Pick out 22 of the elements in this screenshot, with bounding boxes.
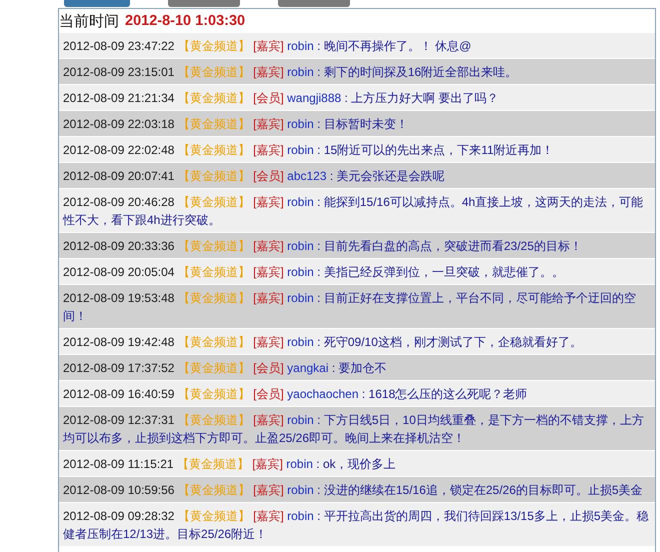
chat-message: 2012-08-09 19:53:48 【黄金频道】 [嘉宾] robin : 目前正好在支撑位置上，平台不同，尽可能给予个迂回的空间！ (63, 290, 637, 325)
chat-message: 2012-08-09 20:46:28 【黄金频道】 [嘉宾] robin : 能探到15/16可以减持点。4h直接上坡，这两天的走法，可能性不大，看下跟4h进行突破。 (63, 194, 644, 229)
chat-message: 2012-08-09 09:28:32 【黄金频道】 [嘉宾] robin : 平开拉高出货的周四，我们待回踩13/15多上，止损5美金。稳健者压制在12/13进。目标25/26附近！ (63, 508, 650, 543)
toolbar-button[interactable] (278, 0, 350, 7)
chat-message: 2012-08-09 20:33:36 【黄金频道】 [嘉宾] robin : 目前先看白盘的高点，突破进而看23/25的目标！ (63, 238, 583, 255)
toolbar-button[interactable] (168, 0, 240, 7)
chat-message: 2012-08-09 16:40:59 【黄金频道】 [会员] yaochaochen : 1618怎么压的这么死呢？老师 (63, 386, 528, 403)
chat-message: 2012-08-09 23:15:01 【黄金频道】 [嘉宾] robin : 剩下的时间探及16附近全部出来哇。 (63, 64, 518, 81)
chat-message: 2012-08-09 20:07:41 【黄金频道】 [会员] abc123 : 美元会张还是会跌呢 (63, 168, 446, 185)
current-time: 2012-8-10 1:03:30 (125, 13, 246, 29)
chat-message: 2012-08-09 23:47:22 【黄金频道】 [嘉宾] robin : 晚间不再操作了。！ 休息@ (63, 38, 472, 55)
chat-message: 2012-08-09 22:03:18 【黄金频道】 [嘉宾] robin : 目标暂时未变！ (63, 116, 409, 133)
chat-message: 2012-08-09 17:37:52 【黄金频道】 [会员] yangkai : 要加仓不 (63, 360, 388, 377)
chat-message: 2012-08-09 12:37:31 【黄金频道】 [嘉宾] robin : 下方日线5日，10日均线重叠，是下方一档的不错支撑，上方均可以布多，止损到这档下方即可。止盈25/26即可。晚间上来在择机沽空！ (63, 412, 645, 447)
chat-message: 2012-08-09 22:02:48 【黄金频道】 [嘉宾] robin : 15附近可以的先出来点，下来11附近再加！ (63, 142, 555, 159)
chat-message: 2012-08-09 10:59:56 【黄金频道】 [嘉宾] robin : 没进的继续在15/16追，锁定在25/26的目标即可。止损5美金 (63, 482, 644, 499)
clock-label: 当前时间 (59, 12, 119, 30)
chat-message: 2012-08-09 19:42:48 【黄金频道】 [嘉宾] robin : 死守09/10这档，刚才测试了下，企稳就看好了。 (63, 334, 583, 351)
chat-message: 2012-08-09 11:15:21 【黄金频道】 [嘉宾] robin : ok，现价多上 (63, 456, 397, 473)
chat-message: 2012-08-09 21:21:34 【黄金频道】 [会员] wangji888 : 上方压力好大啊 要出了吗？ (63, 90, 500, 107)
toolbar-button[interactable] (64, 0, 130, 7)
chat-message: 2012-08-09 20:05:04 【黄金频道】 [嘉宾] robin : 美指已经反弹到位，一旦突破，就悲催了。。 (63, 264, 565, 281)
